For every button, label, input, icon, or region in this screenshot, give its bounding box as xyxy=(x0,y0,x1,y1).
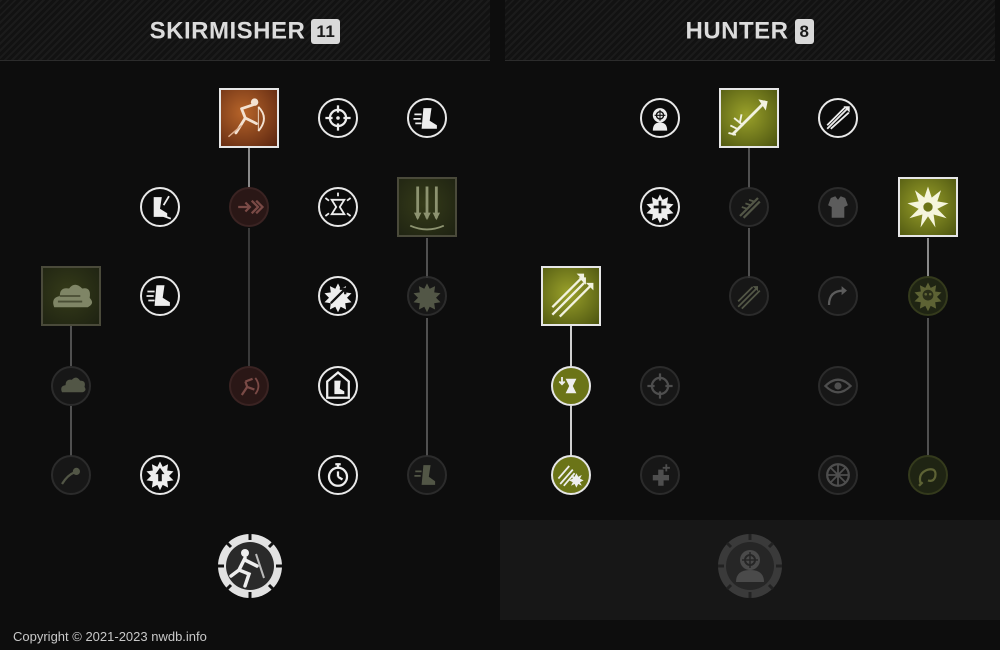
crosshair-icon[interactable] xyxy=(318,98,358,138)
rain-of-arrows-icon[interactable] xyxy=(541,266,601,326)
chevron-arrows-icon[interactable] xyxy=(229,187,269,227)
hourglass-arrow-icon[interactable] xyxy=(551,366,591,406)
marked-head-gear-icon[interactable] xyxy=(716,532,784,600)
hourglass-burst-icon[interactable] xyxy=(318,187,358,227)
star-arrow-icon[interactable] xyxy=(140,455,180,495)
armor-vest-icon[interactable] xyxy=(818,187,858,227)
skill-tree-page: SKIRMISHER 11 HUNTER 8 Copyright © 2021-… xyxy=(0,0,1000,650)
scope-icon[interactable] xyxy=(640,366,680,406)
triple-arrows-icon[interactable] xyxy=(397,177,457,237)
smoke-cloud-icon[interactable] xyxy=(41,266,101,326)
boot-shield-icon[interactable] xyxy=(318,366,358,406)
target-head-icon[interactable] xyxy=(640,98,680,138)
three-arrows-icon[interactable] xyxy=(818,98,858,138)
archer-leap-icon[interactable] xyxy=(219,88,279,148)
comet-icon[interactable] xyxy=(51,455,91,495)
speed-boot-icon[interactable] xyxy=(140,276,180,316)
stopwatch-icon[interactable] xyxy=(318,455,358,495)
boot-arrow-icon[interactable] xyxy=(140,187,180,227)
spiked-burst-icon[interactable] xyxy=(407,276,447,316)
arrows-flurry-icon[interactable] xyxy=(729,276,769,316)
tree-connectors xyxy=(70,148,929,456)
arrow-explosion-icon[interactable] xyxy=(551,455,591,495)
archer-shadow-icon[interactable] xyxy=(229,366,269,406)
snowflake-burst-icon[interactable] xyxy=(640,187,680,227)
cloud-burst-icon[interactable] xyxy=(51,366,91,406)
wheel-icon[interactable] xyxy=(818,455,858,495)
skull-fire-icon[interactable] xyxy=(908,276,948,316)
curved-arrow-icon[interactable] xyxy=(818,276,858,316)
explosion-icon[interactable] xyxy=(898,177,958,237)
boot-trail-icon[interactable] xyxy=(407,455,447,495)
eye-icon[interactable] xyxy=(818,366,858,406)
health-plus-icon[interactable] xyxy=(640,455,680,495)
copyright-text: Copyright © 2021-2023 nwdb.info xyxy=(13,629,207,644)
hook-swirl-icon[interactable] xyxy=(908,455,948,495)
sprinting-archer-icon[interactable] xyxy=(216,532,284,600)
arrow-burst-icon[interactable] xyxy=(318,276,358,316)
running-boot-icon[interactable] xyxy=(407,98,447,138)
piercing-arrow-icon[interactable] xyxy=(719,88,779,148)
feathered-arrows-icon[interactable] xyxy=(729,187,769,227)
